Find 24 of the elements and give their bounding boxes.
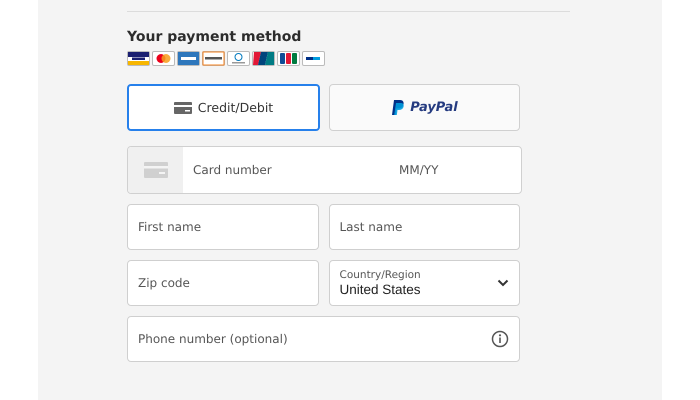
info-icon[interactable] [491, 330, 509, 348]
payment-method-tab[interactable]: PayPal [329, 84, 520, 131]
card-field[interactable]: Card number MM/YY [127, 146, 522, 194]
card-logo-icon [202, 51, 225, 66]
card-logo-icon [277, 51, 300, 66]
credit-card-icon [144, 162, 168, 178]
expiry-field[interactable]: MM/YY [397, 147, 521, 193]
card-logo-icon [177, 51, 200, 66]
card-number-field[interactable]: Card number [183, 147, 397, 193]
card-logo-icon [302, 51, 325, 66]
chevron-down-icon [497, 279, 509, 287]
text-field[interactable]: Last name [328, 204, 520, 250]
card-logo-icon [127, 51, 150, 66]
card-logo-icon [252, 51, 275, 66]
payment-method-tab[interactable]: Credit/Debit [127, 84, 320, 131]
text-field[interactable]: First name [127, 204, 318, 250]
text-field[interactable]: Zip code [127, 260, 318, 306]
country-select[interactable]: Country/Region United States [328, 260, 520, 306]
phone-field[interactable]: Phone number (optional) [127, 316, 520, 362]
card-logo-icon [152, 51, 175, 66]
card-logo-icon [227, 51, 250, 66]
credit-card-icon [174, 102, 192, 114]
section-title: Your payment method [127, 29, 302, 45]
paypal-icon [391, 100, 404, 115]
